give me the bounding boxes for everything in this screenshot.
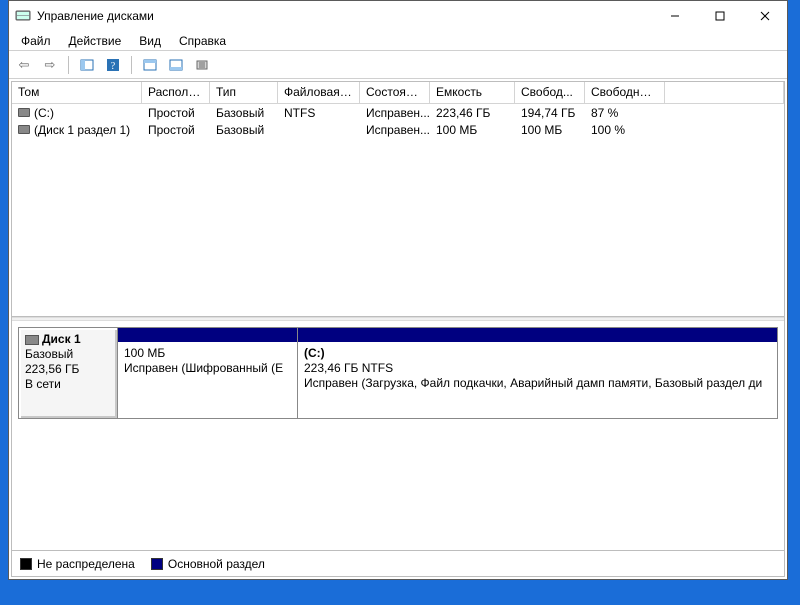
swatch-unallocated-icon [20, 558, 32, 570]
partition-status: Исправен (Загрузка, Файл подкачки, Авари… [304, 376, 771, 391]
back-button[interactable]: ⇦ [13, 54, 35, 76]
legend-unallocated: Не распределена [20, 557, 135, 571]
disk-row: Диск 1 Базовый 223,56 ГБ В сети 100 МБ И… [18, 327, 778, 419]
help-button[interactable]: ? [102, 54, 124, 76]
menu-action[interactable]: Действие [61, 32, 130, 50]
partition-status: Исправен (Шифрованный (E [124, 361, 291, 376]
col-freepct[interactable]: Свободно % [585, 82, 665, 103]
col-volume[interactable]: Том [12, 82, 142, 103]
legend-primary-label: Основной раздел [168, 557, 265, 571]
volume-freepct: 100 % [585, 122, 665, 138]
minimize-button[interactable] [652, 1, 697, 31]
col-capacity[interactable]: Емкость [430, 82, 515, 103]
disk-title: Диск 1 [42, 332, 81, 346]
volume-type: Базовый [210, 105, 278, 121]
disk-size: 223,56 ГБ [25, 362, 111, 377]
partition-header-bar [298, 328, 777, 342]
settings-button[interactable] [191, 54, 213, 76]
disk-status: В сети [25, 377, 111, 392]
partition-header-bar [118, 328, 297, 342]
disk-icon [25, 335, 39, 345]
menu-view[interactable]: Вид [131, 32, 169, 50]
toolbar-separator [68, 56, 69, 74]
volume-status: Исправен... [360, 105, 430, 121]
col-free[interactable]: Свобод... [515, 82, 585, 103]
volume-layout: Простой [142, 105, 210, 121]
menu-help[interactable]: Справка [171, 32, 234, 50]
view-top-button[interactable] [139, 54, 161, 76]
volume-free: 100 МБ [515, 122, 585, 138]
volume-free: 194,74 ГБ [515, 105, 585, 121]
volume-capacity: 223,46 ГБ [430, 105, 515, 121]
volume-name: (C:) [34, 106, 54, 120]
legend-unallocated-label: Не распределена [37, 557, 135, 571]
window-title: Управление дисками [37, 9, 652, 23]
col-type[interactable]: Тип [210, 82, 278, 103]
partition-title: (C:) [304, 346, 325, 360]
close-button[interactable] [742, 1, 787, 31]
volume-rows: (C:) Простой Базовый NTFS Исправен... 22… [12, 104, 784, 316]
app-icon [15, 8, 31, 24]
volume-list-header: Том Располо... Тип Файловая с... Состоян… [12, 82, 784, 104]
col-fs[interactable]: Файловая с... [278, 82, 360, 103]
volume-freepct: 87 % [585, 105, 665, 121]
graphical-view-pane: Диск 1 Базовый 223,56 ГБ В сети 100 МБ И… [12, 321, 784, 550]
col-spacer[interactable] [665, 82, 784, 103]
toolbar-separator [131, 56, 132, 74]
menu-file[interactable]: Файл [13, 32, 59, 50]
maximize-button[interactable] [697, 1, 742, 31]
legend-primary: Основной раздел [151, 557, 265, 571]
volume-type: Базовый [210, 122, 278, 138]
volume-status: Исправен... [360, 122, 430, 138]
volume-fs: NTFS [278, 105, 360, 121]
titlebar[interactable]: Управление дисками [9, 1, 787, 31]
show-hide-console-button[interactable] [76, 54, 98, 76]
disk-management-window: Управление дисками Файл Действие Вид Спр… [8, 0, 788, 580]
disk-label[interactable]: Диск 1 Базовый 223,56 ГБ В сети [18, 327, 118, 419]
volume-name: (Диск 1 раздел 1) [34, 123, 130, 137]
content-area: Том Располо... Тип Файловая с... Состоян… [11, 81, 785, 577]
svg-text:?: ? [111, 61, 116, 72]
col-layout[interactable]: Располо... [142, 82, 210, 103]
col-status[interactable]: Состояние [360, 82, 430, 103]
volume-row[interactable]: (C:) Простой Базовый NTFS Исправен... 22… [12, 104, 784, 121]
partition[interactable]: 100 МБ Исправен (Шифрованный (E [118, 328, 298, 418]
menubar: Файл Действие Вид Справка [9, 31, 787, 51]
disk-partitions: 100 МБ Исправен (Шифрованный (E (C:) 223… [118, 327, 778, 419]
volume-layout: Простой [142, 122, 210, 138]
legend: Не распределена Основной раздел [12, 550, 784, 576]
partition-size: 223,46 ГБ NTFS [304, 361, 771, 376]
volume-icon [18, 125, 30, 134]
partition-size: 100 МБ [124, 346, 291, 361]
volume-icon [18, 108, 30, 117]
swatch-primary-icon [151, 558, 163, 570]
partition[interactable]: (C:) 223,46 ГБ NTFS Исправен (Загрузка, … [298, 328, 777, 418]
volume-row[interactable]: (Диск 1 раздел 1) Простой Базовый Исправ… [12, 121, 784, 138]
volume-fs [278, 129, 360, 131]
view-bottom-button[interactable] [165, 54, 187, 76]
volume-list-pane: Том Располо... Тип Файловая с... Состоян… [12, 82, 784, 317]
disk-type: Базовый [25, 347, 111, 362]
volume-capacity: 100 МБ [430, 122, 515, 138]
toolbar: ⇦ ⇨ ? [9, 51, 787, 79]
forward-button[interactable]: ⇨ [39, 54, 61, 76]
